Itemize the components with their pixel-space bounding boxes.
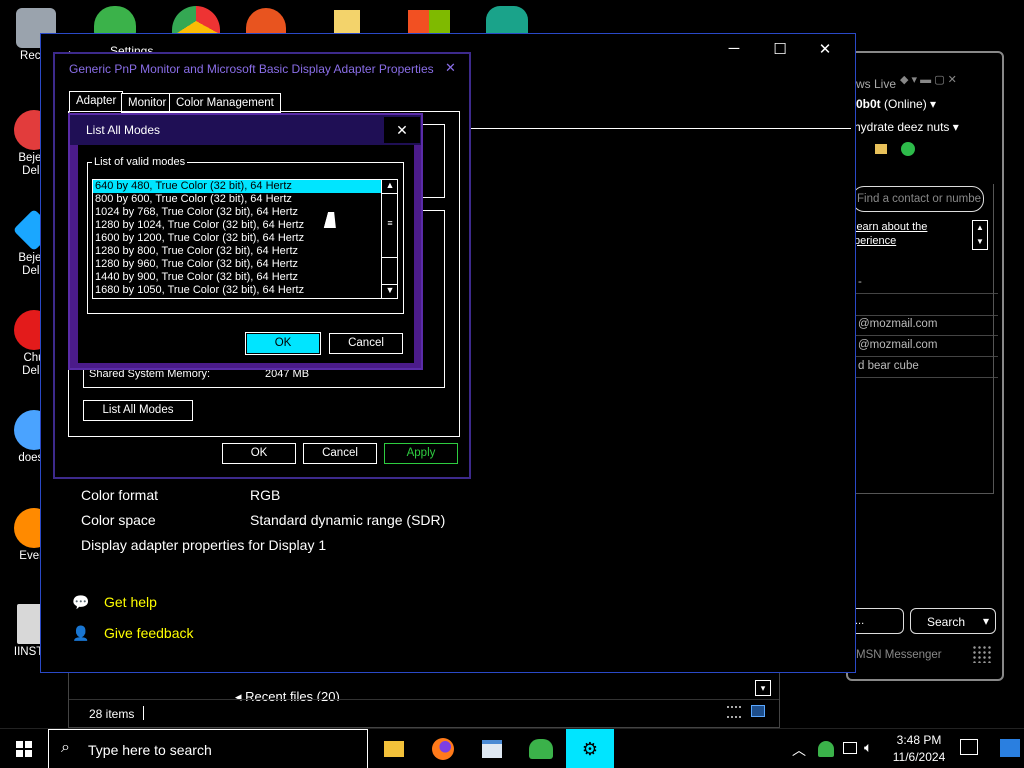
- minimize-icon[interactable]: ▬: [920, 74, 931, 86]
- color-space-value: Standard dynamic range (SDR): [250, 512, 446, 528]
- show-desktop-button[interactable]: [1000, 739, 1020, 757]
- clock-time: 3:48 PM: [896, 733, 942, 747]
- color-space-label: Color space: [81, 512, 156, 528]
- start-button[interactable]: [0, 729, 48, 768]
- messenger-footer: MSN Messenger: [856, 649, 942, 661]
- show-hidden-icons-chevron[interactable]: ︿: [792, 740, 806, 760]
- volume-icon[interactable]: 🔈︎: [864, 739, 872, 756]
- taskbar-file-explorer[interactable]: [370, 729, 418, 768]
- color-format-value: RGB: [250, 487, 281, 503]
- online-status: (Online): [884, 97, 927, 111]
- properties-ok-button[interactable]: OK: [222, 443, 296, 464]
- msn-people-icon[interactable]: [94, 6, 136, 36]
- help-icon: 💬: [72, 594, 90, 610]
- mode-item[interactable]: 1280 by 960, True Color (32 bit), 64 Her…: [93, 258, 381, 271]
- mode-item[interactable]: 800 by 600, True Color (32 bit), 64 Hert…: [93, 193, 381, 206]
- tab-adapter[interactable]: Adapter: [69, 91, 124, 113]
- chrome-icon[interactable]: [172, 6, 220, 36]
- firefox-icon: [432, 738, 454, 760]
- mode-item[interactable]: 1680 by 1050, True Color (32 bit), 64 He…: [93, 284, 381, 297]
- msn-tray-icon[interactable]: [818, 741, 834, 757]
- scroll-thumb[interactable]: ≡: [382, 194, 397, 258]
- msn-messenger-window: ws Live ◆ ▾ ▬ ▢ ✕ 0b0t (Online) ▾ hydrat…: [846, 51, 1004, 681]
- messenger-title: ws Live: [856, 77, 897, 91]
- mode-item[interactable]: 1280 by 800, True Color (32 bit), 64 Her…: [93, 245, 381, 258]
- scroll-up-arrow-icon[interactable]: ▲: [382, 180, 397, 194]
- modes-listbox[interactable]: 640 by 480, True Color (32 bit), 64 Hert…: [92, 179, 398, 299]
- sound-icon[interactable]: ◆: [900, 74, 908, 86]
- color-format-label: Color format: [81, 487, 159, 503]
- list-all-modes-dialog: List All Modes ✕ List of valid modes 640…: [68, 113, 423, 370]
- modes-list: 640 by 480, True Color (32 bit), 64 Hert…: [93, 180, 381, 297]
- modes-dialog-title: List All Modes: [70, 115, 421, 145]
- title-icons: ◆ ▾ ▬ ▢ ✕: [900, 73, 957, 86]
- tab-color-management[interactable]: Color Management: [169, 93, 281, 113]
- contact-list-frame: [852, 184, 994, 494]
- recycle-icon[interactable]: [901, 142, 915, 156]
- get-help-link[interactable]: Get help: [104, 594, 157, 610]
- resize-grip-icon[interactable]: [972, 645, 992, 663]
- anime-character-icon[interactable]: [486, 6, 528, 36]
- windows-logo-icon: [16, 741, 32, 757]
- give-feedback-link[interactable]: Give feedback: [104, 625, 194, 641]
- mode-item[interactable]: 1600 by 1200, True Color (32 bit), 64 He…: [93, 232, 381, 245]
- clock-date: 11/6/2024: [892, 750, 946, 764]
- tab-monitor[interactable]: Monitor: [121, 93, 174, 113]
- gear-icon: ⚙: [581, 738, 599, 759]
- taskbar-search-box[interactable]: ⌕ Type here to search: [48, 729, 368, 768]
- search-icon: ⌕: [61, 739, 70, 756]
- mode-item[interactable]: 1280 by 1024, True Color (32 bit), 64 He…: [93, 219, 381, 232]
- properties-close-button[interactable]: ✕: [445, 60, 456, 76]
- feedback-icon: 👤: [72, 625, 90, 641]
- clock[interactable]: 3:48 PM 11/6/2024: [890, 732, 948, 766]
- personal-message[interactable]: hydrate deez nuts ▾: [854, 120, 959, 134]
- search-button[interactable]: Search ▾: [910, 608, 996, 634]
- valid-modes-label: List of valid modes: [92, 156, 188, 168]
- scroll-down-button[interactable]: ▾: [755, 680, 771, 696]
- items-count: 28 items: [89, 707, 135, 721]
- menu-arrow-icon[interactable]: ▾: [912, 74, 918, 86]
- taskbar-search-placeholder: Type here to search: [88, 742, 212, 758]
- maximize-icon[interactable]: ▢: [934, 74, 944, 86]
- modes-dialog-body: List of valid modes 640 by 480, True Col…: [78, 145, 414, 363]
- status-divider: [143, 706, 144, 720]
- firefox-icon[interactable]: [246, 8, 286, 36]
- scroll-down-arrow-icon[interactable]: ▼: [382, 284, 397, 298]
- network-icon[interactable]: [843, 742, 857, 754]
- taskbar-msn[interactable]: [517, 729, 565, 768]
- maximize-button[interactable]: ☐: [765, 40, 795, 58]
- mode-item[interactable]: 1440 by 900, True Color (32 bit), 64 Her…: [93, 271, 381, 284]
- header-divider: [471, 128, 851, 129]
- user-display-name[interactable]: 0b0t (Online) ▾: [856, 97, 936, 111]
- list-all-modes-button[interactable]: List All Modes: [83, 400, 193, 421]
- details-view-icon[interactable]: [727, 706, 741, 718]
- notepad-icon: [482, 740, 502, 758]
- dropdown-arrow-icon: ▾: [982, 614, 989, 628]
- modes-ok-button[interactable]: OK: [245, 332, 321, 355]
- properties-apply-button[interactable]: Apply: [384, 443, 458, 464]
- status-bar: 28 items: [69, 699, 779, 727]
- minimize-button[interactable]: ─: [719, 40, 749, 57]
- modes-cancel-button[interactable]: Cancel: [329, 333, 403, 354]
- msn-people-icon: [529, 739, 553, 759]
- bottom-input[interactable]: ...: [852, 608, 904, 634]
- folder-icon: [384, 741, 404, 757]
- taskbar-notepad[interactable]: [468, 729, 516, 768]
- display-adapter-properties-link[interactable]: Display adapter properties for Display 1: [81, 537, 326, 553]
- close-icon[interactable]: ✕: [948, 74, 957, 86]
- close-button[interactable]: ✕: [810, 40, 840, 58]
- taskbar: ⌕ Type here to search ⚙ ︿ 🔈︎ 3:48 PM 11/…: [0, 728, 1024, 768]
- modes-scrollbar[interactable]: ▲ ≡ ▼: [381, 180, 397, 298]
- thumbnail-view-icon[interactable]: [751, 705, 765, 717]
- properties-cancel-button[interactable]: Cancel: [303, 443, 377, 464]
- mode-item[interactable]: 640 by 480, True Color (32 bit), 64 Hert…: [93, 180, 381, 193]
- modes-close-button[interactable]: ✕: [384, 117, 420, 143]
- taskbar-firefox[interactable]: [419, 729, 467, 768]
- properties-title: Generic PnP Monitor and Microsoft Basic …: [55, 54, 469, 82]
- folder-icon[interactable]: [875, 144, 887, 154]
- taskbar-settings[interactable]: ⚙: [566, 729, 614, 768]
- notifications-icon[interactable]: [960, 739, 978, 755]
